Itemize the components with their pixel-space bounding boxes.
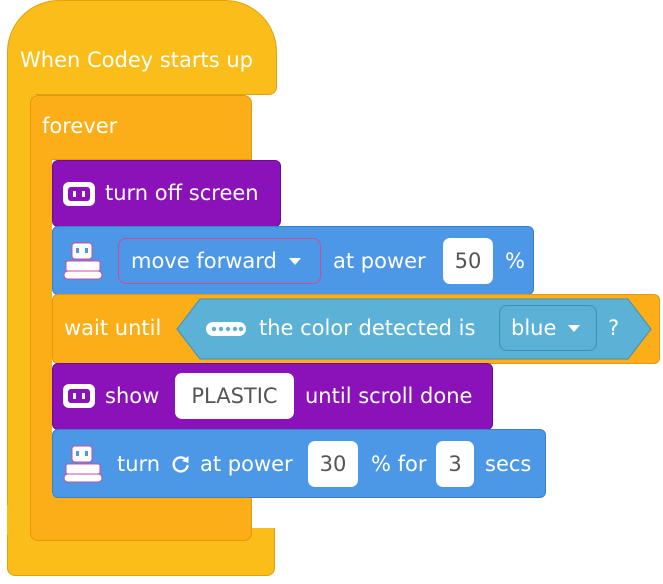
wait-until-label: wait until <box>64 316 162 340</box>
color-value: blue <box>511 316 557 340</box>
forever-label: forever <box>42 114 118 138</box>
codey-robot-icon <box>63 445 103 483</box>
move-direction-label: move forward <box>131 249 277 273</box>
forever-spine <box>30 158 52 503</box>
move-at-power-label: at power <box>333 249 426 273</box>
turn-seconds-input[interactable]: 3 <box>436 441 474 487</box>
move-percent-label: % <box>505 249 525 273</box>
move-power-input[interactable]: 50 <box>443 238 493 284</box>
show-label: show <box>105 384 160 408</box>
show-suffix-label: until scroll done <box>305 384 473 408</box>
color-dropdown[interactable]: blue <box>499 305 597 351</box>
turn-power-input[interactable]: 30 <box>308 441 358 487</box>
move-direction-dropdown[interactable]: move forward <box>118 238 321 284</box>
rotate-clockwise-icon <box>172 456 189 473</box>
codey-robot-icon <box>63 242 103 280</box>
forever-footer <box>30 495 252 541</box>
turn-off-screen-label: turn off screen <box>105 181 259 205</box>
turn-secs-label: secs <box>485 452 532 476</box>
codey-screen-icon <box>63 182 95 206</box>
turn-at-power-label: at power <box>200 452 293 476</box>
turn-label: turn <box>117 452 161 476</box>
color-detected-label: the color detected is <box>259 316 476 340</box>
chevron-down-icon <box>288 257 301 265</box>
chevron-down-icon <box>568 324 581 332</box>
color-sensor-icon <box>206 322 246 336</box>
show-text-input[interactable]: PLASTIC <box>175 373 294 419</box>
event-hat-label: When Codey starts up <box>20 48 254 72</box>
codey-screen-icon <box>63 384 95 408</box>
question-mark-label: ? <box>608 316 620 340</box>
turn-percent-for-label: % for <box>371 452 427 476</box>
